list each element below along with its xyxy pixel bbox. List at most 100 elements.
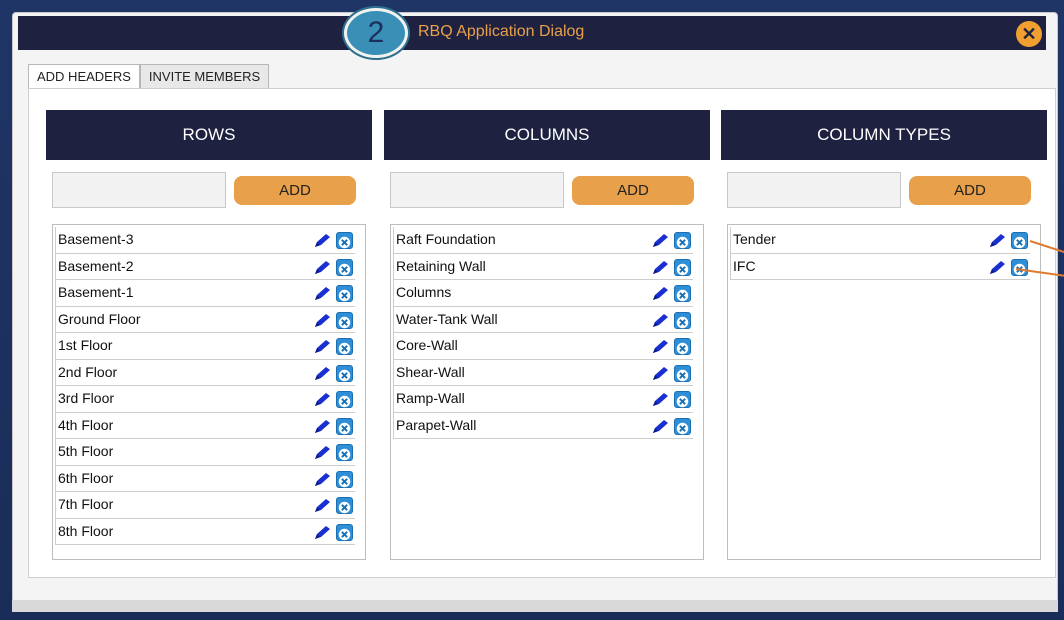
pencil-icon[interactable] <box>313 259 333 275</box>
delete-x-icon[interactable] <box>336 391 353 408</box>
list-item: Parapet-Wall <box>393 412 693 439</box>
list-item: 2nd Floor <box>55 359 355 386</box>
pencil-icon[interactable] <box>313 444 333 460</box>
pencil-icon[interactable] <box>313 471 333 487</box>
column-types-add-input[interactable] <box>727 172 901 208</box>
pencil-icon[interactable] <box>651 312 671 328</box>
pencil-icon[interactable] <box>313 524 333 540</box>
list-item-label: Columns <box>396 284 452 300</box>
list-item: Core-Wall <box>393 333 693 360</box>
columns-header: COLUMNS <box>384 110 710 160</box>
columns-add-button[interactable]: ADD <box>572 176 694 205</box>
list-item: Basement-2 <box>55 253 355 280</box>
list-item-label: 6th Floor <box>58 469 114 486</box>
pencil-icon[interactable] <box>313 497 333 513</box>
pencil-icon[interactable] <box>988 259 1008 275</box>
list-item-label: 8th Floor <box>58 522 114 539</box>
list-item: Columns <box>393 280 693 307</box>
rows-panel: ROWS ADD Basement-3 Basement-2 Basement-1 G… <box>46 110 372 560</box>
tab-add-headers[interactable]: ADD HEADERS <box>28 64 140 88</box>
pencil-icon[interactable] <box>313 365 333 381</box>
delete-x-icon[interactable] <box>336 285 353 302</box>
tab-invite-members[interactable]: INVITE MEMBERS <box>139 64 270 88</box>
delete-x-icon[interactable] <box>336 523 353 541</box>
list-item-label: Ramp-Wall <box>396 390 465 406</box>
list-item: Retaining Wall <box>393 253 693 280</box>
columns-add-input[interactable] <box>390 172 564 208</box>
list-item-label: 7th Floor <box>58 496 114 512</box>
delete-x-icon[interactable] <box>674 338 691 355</box>
rows-add-input[interactable] <box>52 172 226 208</box>
pencil-icon[interactable] <box>651 338 671 354</box>
list-item-label: 1st Floor <box>58 337 113 353</box>
pencil-icon[interactable] <box>651 285 671 301</box>
pencil-icon[interactable] <box>651 259 671 275</box>
pencil-icon[interactable] <box>651 391 671 407</box>
delete-x-icon[interactable] <box>336 497 353 514</box>
list-item: Basement-1 <box>55 280 355 307</box>
list-item: 1st Floor <box>55 333 355 360</box>
delete-x-icon[interactable] <box>336 470 353 488</box>
list-item-label: Basement-3 <box>58 231 134 247</box>
pencil-icon[interactable] <box>988 232 1008 248</box>
delete-x-icon[interactable] <box>336 311 353 329</box>
columns-add-row: ADD <box>384 172 710 210</box>
delete-x-icon[interactable] <box>1011 232 1028 249</box>
delete-x-icon[interactable] <box>336 417 353 435</box>
list-item: Ramp-Wall <box>393 386 693 413</box>
list-item: 3rd Floor <box>55 386 355 413</box>
pencil-icon[interactable] <box>313 338 333 354</box>
list-item: Basement-3 <box>55 227 355 254</box>
column-types-header: COLUMN TYPES <box>721 110 1047 160</box>
delete-x-icon[interactable] <box>674 232 691 249</box>
pencil-icon[interactable] <box>313 418 333 434</box>
step-badge: 2 <box>344 8 408 58</box>
pencil-icon[interactable] <box>651 365 671 381</box>
tab-bar: ADD HEADERS INVITE MEMBERS <box>28 64 270 88</box>
pencil-icon[interactable] <box>313 312 333 328</box>
pencil-icon[interactable] <box>313 391 333 407</box>
list-item: Raft Foundation <box>393 227 693 254</box>
list-item-label: 5th Floor <box>58 443 114 459</box>
delete-x-icon[interactable] <box>674 417 691 435</box>
pencil-icon[interactable] <box>313 285 333 301</box>
dialog-footer-strip <box>12 600 1058 612</box>
columns-list: Raft Foundation Retaining Wall Columns Wate… <box>390 224 704 560</box>
close-icon[interactable]: ✕ <box>1016 21 1042 47</box>
rows-add-row: ADD <box>46 172 372 210</box>
column-types-add-button[interactable]: ADD <box>909 176 1031 205</box>
list-item-label: Water-Tank Wall <box>396 310 498 327</box>
list-item-label: IFC <box>733 257 756 274</box>
list-item: Ground Floor <box>55 306 355 333</box>
list-item: IFC <box>730 253 1030 280</box>
list-item: 4th Floor <box>55 412 355 439</box>
list-item-label: Shear-Wall <box>396 363 465 380</box>
pencil-icon[interactable] <box>651 418 671 434</box>
columns-panel: COLUMNS ADD Raft Foundation Retaining Wal… <box>384 110 710 560</box>
delete-x-icon[interactable] <box>1011 258 1028 276</box>
list-item-label: Parapet-Wall <box>396 416 477 433</box>
list-item-label: 2nd Floor <box>58 363 118 380</box>
list-item: 8th Floor <box>55 518 355 545</box>
delete-x-icon[interactable] <box>336 338 353 355</box>
column-types-panel: COLUMN TYPES ADD Tender IFC <box>721 110 1047 560</box>
delete-x-icon[interactable] <box>674 391 691 408</box>
delete-x-icon[interactable] <box>336 444 353 461</box>
list-item-label: Basement-1 <box>58 284 134 300</box>
delete-x-icon[interactable] <box>674 258 691 276</box>
dialog-titlebar: 2 RBQ Application Dialog ✕ <box>18 8 1046 58</box>
list-item: 7th Floor <box>55 492 355 519</box>
list-item: 5th Floor <box>55 439 355 466</box>
pencil-icon[interactable] <box>651 232 671 248</box>
delete-x-icon[interactable] <box>674 311 691 329</box>
delete-x-icon[interactable] <box>336 258 353 276</box>
delete-x-icon[interactable] <box>336 364 353 382</box>
rows-add-button[interactable]: ADD <box>234 176 356 205</box>
pencil-icon[interactable] <box>313 232 333 248</box>
delete-x-icon[interactable] <box>674 285 691 302</box>
delete-x-icon[interactable] <box>336 232 353 249</box>
delete-x-icon[interactable] <box>674 364 691 382</box>
list-item-label: Basement-2 <box>58 257 134 274</box>
rows-header: ROWS <box>46 110 372 160</box>
column-types-list: Tender IFC <box>727 224 1041 560</box>
